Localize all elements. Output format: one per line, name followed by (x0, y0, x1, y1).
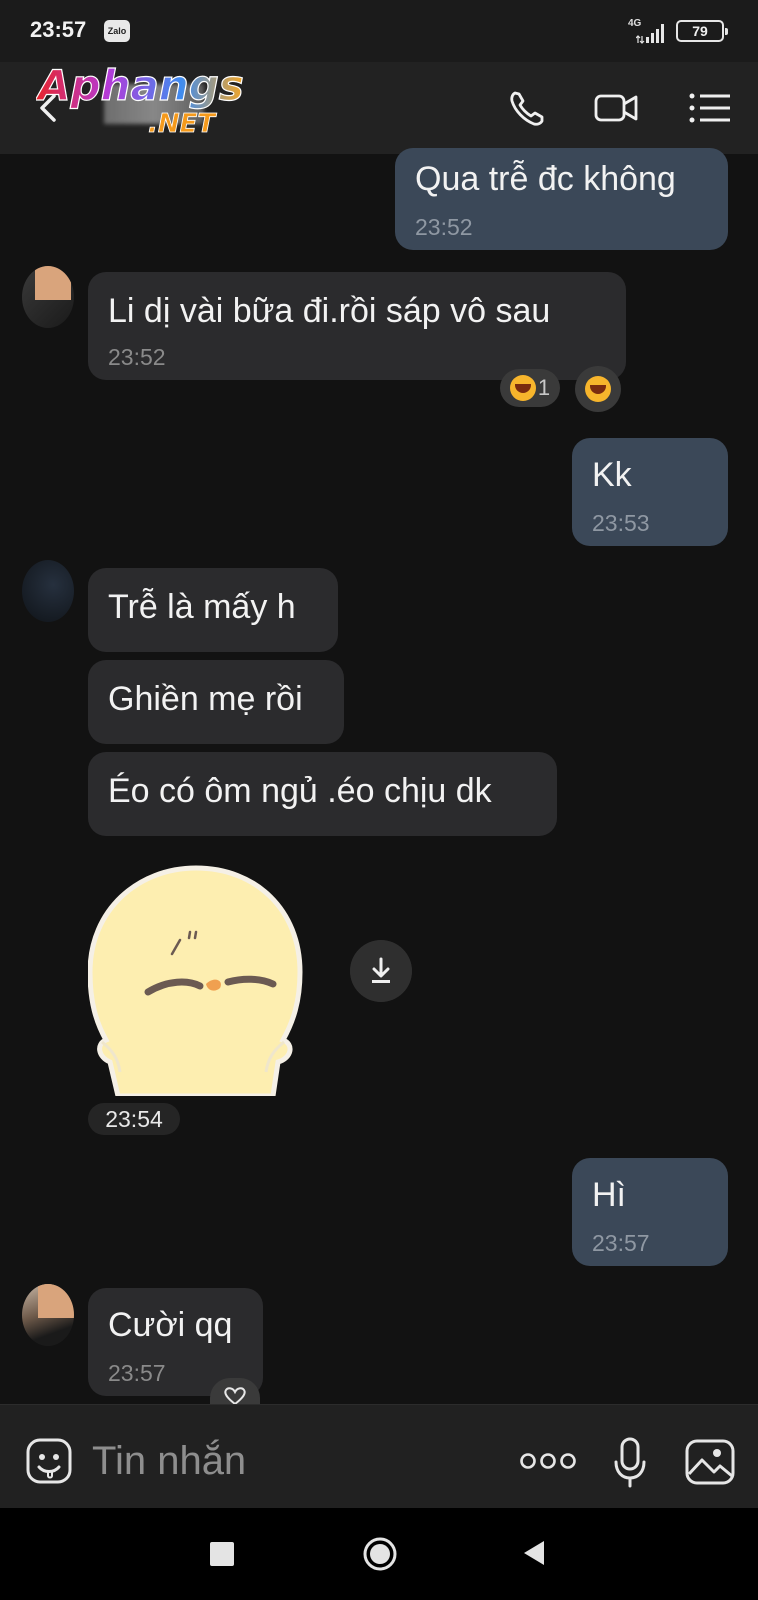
watermark-logo: Aphangs .NET (36, 60, 244, 139)
svg-text:Aphangs: Aphangs (36, 61, 244, 110)
message-bubble-outgoing[interactable]: Kk 23:53 (572, 438, 728, 546)
message-text: Li dị vài bữa đi.rồi sáp vô sau (108, 292, 551, 330)
message-text: Kk (592, 456, 632, 494)
battery-indicator: 79 (676, 20, 728, 42)
message-time: 23:57 (592, 1230, 650, 1256)
status-time: 23:57 (30, 17, 87, 42)
message-bubble-outgoing[interactable]: Hì 23:57 (572, 1158, 728, 1266)
microphone-icon[interactable] (612, 1436, 648, 1488)
avatar[interactable] (22, 1284, 74, 1346)
laughing-emoji-icon (585, 376, 611, 402)
message-text: Hì (592, 1176, 626, 1214)
message-text: Cười qq (108, 1306, 233, 1344)
more-options-icon[interactable] (518, 1446, 578, 1476)
system-back-icon[interactable] (520, 1538, 548, 1568)
svg-text:.NET: .NET (148, 109, 217, 139)
zalo-notification-icon: Zalo (104, 20, 130, 42)
message-time: 23:54 (88, 1103, 180, 1135)
reaction-summary[interactable]: 1 (500, 369, 560, 407)
avatar[interactable] (22, 560, 74, 622)
recent-apps-icon[interactable] (210, 1542, 234, 1566)
sticker-emoji-icon[interactable] (24, 1436, 74, 1486)
video-call-icon[interactable] (594, 86, 638, 130)
laughing-emoji-icon (509, 375, 536, 401)
avatar[interactable] (22, 266, 74, 328)
add-reaction-button[interactable] (575, 366, 621, 412)
message-text: Qua trễ đc không (415, 160, 676, 198)
signal-strength-icon (636, 24, 664, 44)
phone-icon[interactable] (506, 86, 550, 130)
message-time: 23:57 (108, 1360, 166, 1386)
message-time: 23:52 (108, 344, 166, 370)
reaction-count: 1 (537, 375, 551, 400)
message-input[interactable] (90, 1430, 474, 1492)
message-bubble-incoming[interactable]: Trễ là mấy h (88, 568, 338, 652)
message-text: Ghiền mẹ rồi (108, 680, 303, 718)
home-icon[interactable] (362, 1536, 398, 1572)
message-bubble-incoming[interactable]: Éo có ôm ngủ .éo chịu dk (88, 752, 557, 836)
message-time: 23:52 (415, 214, 473, 240)
message-bubble-incoming[interactable]: Li dị vài bữa đi.rồi sáp vô sau 23:52 (88, 272, 626, 380)
message-text: Éo có ôm ngủ .éo chịu dk (108, 772, 492, 810)
sticker-chick[interactable] (88, 862, 306, 1096)
menu-list-icon[interactable] (688, 86, 732, 130)
message-time: 23:53 (592, 510, 650, 536)
message-bubble-outgoing[interactable]: Qua trễ đc không 23:52 (395, 148, 728, 250)
download-button[interactable] (350, 940, 412, 1002)
message-text: Trễ là mấy h (108, 588, 296, 626)
message-bubble-incoming[interactable]: Ghiền mẹ rồi (88, 660, 344, 744)
image-gallery-icon[interactable] (684, 1438, 736, 1486)
